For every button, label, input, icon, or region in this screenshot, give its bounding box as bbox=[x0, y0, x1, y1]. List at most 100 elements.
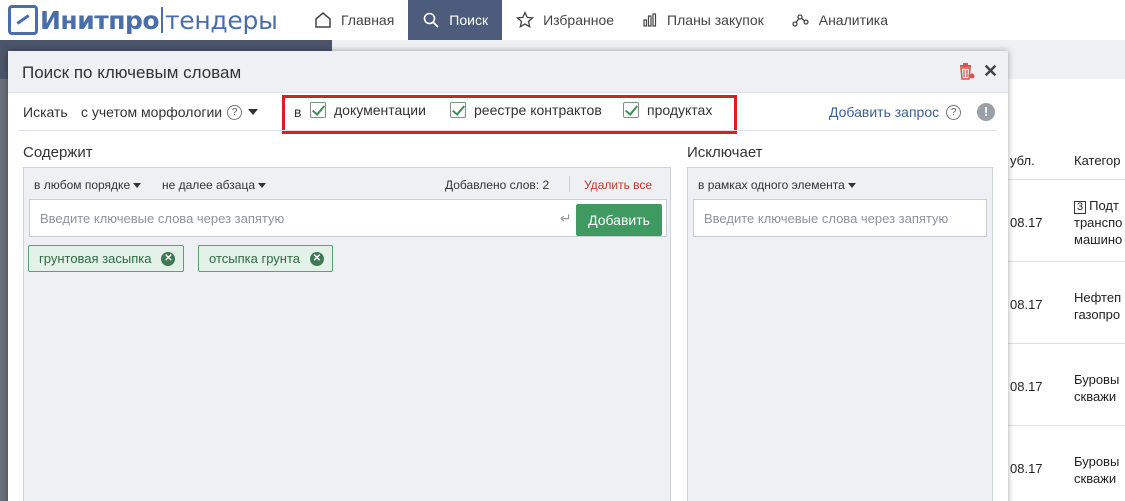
excludes-keywords-input[interactable] bbox=[704, 211, 974, 226]
dialog-header: Поиск по ключевым словам ✕ bbox=[8, 51, 1008, 93]
keyword-tag-label: отсыпка грунта bbox=[209, 251, 300, 266]
scope-products-label: продуктах bbox=[647, 102, 713, 118]
remove-tag-icon[interactable]: ✕ bbox=[310, 251, 324, 266]
search-icon bbox=[423, 12, 439, 28]
nav-search-label: Поиск bbox=[449, 12, 489, 28]
background-results-table: убл. Категор 08.17 3 Подт транспо машино … bbox=[1008, 79, 1125, 501]
logo-separator bbox=[161, 7, 164, 33]
chevron-down-icon bbox=[847, 182, 856, 188]
nav-favorites-label: Избранное bbox=[543, 12, 615, 28]
row-category-line: Подт bbox=[1089, 198, 1119, 213]
keyword-tag-label: грунтовая засыпка bbox=[39, 251, 152, 266]
nav-procurement-plans[interactable]: Планы закупок bbox=[628, 0, 778, 40]
row-category: 3 Подт транспо машино bbox=[1074, 197, 1122, 248]
help-icon[interactable]: ? bbox=[946, 104, 962, 120]
column-header-category: Категор bbox=[1074, 153, 1121, 168]
morphology-dropdown[interactable]: с учетом морфологии ? bbox=[81, 104, 259, 120]
home-icon bbox=[315, 12, 331, 28]
distance-value: не далее абзаца bbox=[162, 178, 255, 192]
row-category-line: Буровы bbox=[1074, 454, 1120, 469]
row-category-line: Нефтеп bbox=[1074, 290, 1122, 305]
top-navbar: Инитпро тендеры Главная Поиск Избранное … bbox=[0, 0, 1125, 40]
row-category: Буровы скважи bbox=[1074, 453, 1119, 487]
bar-chart-icon bbox=[643, 13, 657, 27]
keyword-search-dialog: Поиск по ключевым словам ✕ Искать с учет… bbox=[8, 51, 1008, 501]
nav-search[interactable]: Поиск bbox=[408, 0, 503, 40]
scope-documentation-checkbox[interactable]: документации bbox=[310, 102, 426, 118]
excludes-keywords-field bbox=[693, 199, 987, 237]
distance-dropdown[interactable]: не далее абзаца bbox=[162, 178, 266, 192]
row-category-line: скважи bbox=[1074, 471, 1117, 486]
logo-icon bbox=[8, 5, 38, 35]
scope-contract-registry-checkbox[interactable]: реестре контрактов bbox=[450, 102, 602, 118]
scope-documentation-label: документации bbox=[334, 102, 426, 118]
remove-tag-icon[interactable]: ✕ bbox=[161, 251, 176, 266]
add-query-label: Добавить запрос bbox=[829, 104, 940, 120]
row-date: 08.17 bbox=[1010, 379, 1043, 394]
logo-main-text: Инитпро bbox=[40, 5, 160, 35]
table-row[interactable]: 08.17 Нефтеп газопро bbox=[1008, 261, 1125, 343]
scope-products-checkbox[interactable]: продуктах bbox=[623, 102, 712, 118]
row-category: Буровы скважи bbox=[1074, 371, 1119, 405]
exclude-scope-value: в рамках одного элемента bbox=[698, 178, 845, 192]
dialog-title: Поиск по ключевым словам bbox=[22, 63, 242, 82]
table-row[interactable]: 08.17 Буровы скважи bbox=[1008, 343, 1125, 425]
row-count-badge: 3 bbox=[1074, 201, 1087, 214]
add-query-link[interactable]: Добавить запрос ? bbox=[829, 104, 962, 120]
contains-title: Содержит bbox=[23, 144, 93, 161]
analytics-icon bbox=[792, 14, 809, 27]
search-options-row: Искать с учетом морфологии ? в документа… bbox=[8, 93, 1008, 134]
contains-keywords-input[interactable] bbox=[40, 211, 540, 226]
contains-panel: в любом порядке не далее абзаца Добавлен… bbox=[23, 167, 671, 501]
divider bbox=[569, 176, 570, 192]
nav-analytics-label: Аналитика bbox=[818, 12, 889, 28]
scope-contract-registry-label: реестре контрактов bbox=[474, 102, 602, 118]
row-category-line: машино bbox=[1074, 232, 1123, 247]
contains-keywords-field: ↵ Добавить bbox=[29, 199, 667, 237]
order-value: в любом порядке bbox=[34, 178, 131, 192]
checkbox-checked-icon bbox=[310, 102, 326, 118]
nav-home-label: Главная bbox=[341, 12, 395, 28]
keyword-tag: грунтовая засыпка ✕ bbox=[28, 245, 185, 272]
chevron-down-icon bbox=[133, 182, 142, 188]
chevron-down-icon bbox=[258, 182, 266, 188]
search-label: Искать bbox=[23, 104, 68, 120]
exclude-scope-dropdown[interactable]: в рамках одного элемента bbox=[698, 178, 856, 192]
row-date: 08.17 bbox=[1010, 215, 1043, 230]
excludes-title: Исключает bbox=[687, 144, 763, 161]
divider bbox=[18, 130, 997, 131]
row-category-line: Буровы bbox=[1074, 372, 1120, 387]
close-icon[interactable]: ✕ bbox=[983, 61, 998, 82]
delete-all-link[interactable]: Удалить все bbox=[584, 178, 652, 192]
words-added-count: Добавлено слов: 2 bbox=[445, 178, 550, 192]
table-row[interactable]: 08.17 3 Подт транспо машино bbox=[1008, 179, 1125, 261]
logo[interactable]: Инитпро тендеры bbox=[0, 0, 300, 40]
column-header-date: убл. bbox=[1010, 153, 1035, 168]
row-category-line: транспо bbox=[1074, 215, 1123, 230]
checkbox-checked-icon bbox=[450, 102, 466, 118]
excludes-panel: в рамках одного элемента bbox=[687, 167, 993, 501]
logo-sub-text: тендеры bbox=[165, 5, 278, 35]
enter-key-icon: ↵ bbox=[560, 210, 572, 226]
table-row[interactable]: 08.17 Буровы скважи bbox=[1008, 425, 1125, 501]
nav-analytics[interactable]: Аналитика bbox=[778, 0, 902, 40]
star-icon bbox=[516, 11, 535, 29]
row-category: Нефтеп газопро bbox=[1074, 289, 1121, 323]
nav-favorites[interactable]: Избранное bbox=[502, 0, 628, 40]
order-dropdown[interactable]: в любом порядке bbox=[34, 178, 142, 192]
checkbox-checked-icon bbox=[623, 102, 639, 118]
chevron-down-icon bbox=[248, 109, 259, 115]
row-date: 08.17 bbox=[1010, 297, 1043, 312]
row-category-line: скважи bbox=[1074, 389, 1117, 404]
row-date: 08.17 bbox=[1010, 461, 1043, 476]
row-category-line: газопро bbox=[1074, 307, 1121, 322]
help-icon[interactable]: ? bbox=[227, 104, 243, 120]
warning-icon[interactable]: ! bbox=[977, 103, 995, 121]
trash-icon[interactable] bbox=[957, 62, 975, 80]
add-keyword-button[interactable]: Добавить bbox=[576, 204, 662, 236]
morphology-value: с учетом морфологии bbox=[81, 104, 223, 120]
scope-in-label: в bbox=[294, 104, 302, 120]
nav-procurement-plans-label: Планы закупок bbox=[667, 12, 764, 28]
keyword-tag: отсыпка грунта ✕ bbox=[198, 245, 333, 272]
nav-home[interactable]: Главная bbox=[300, 0, 408, 40]
